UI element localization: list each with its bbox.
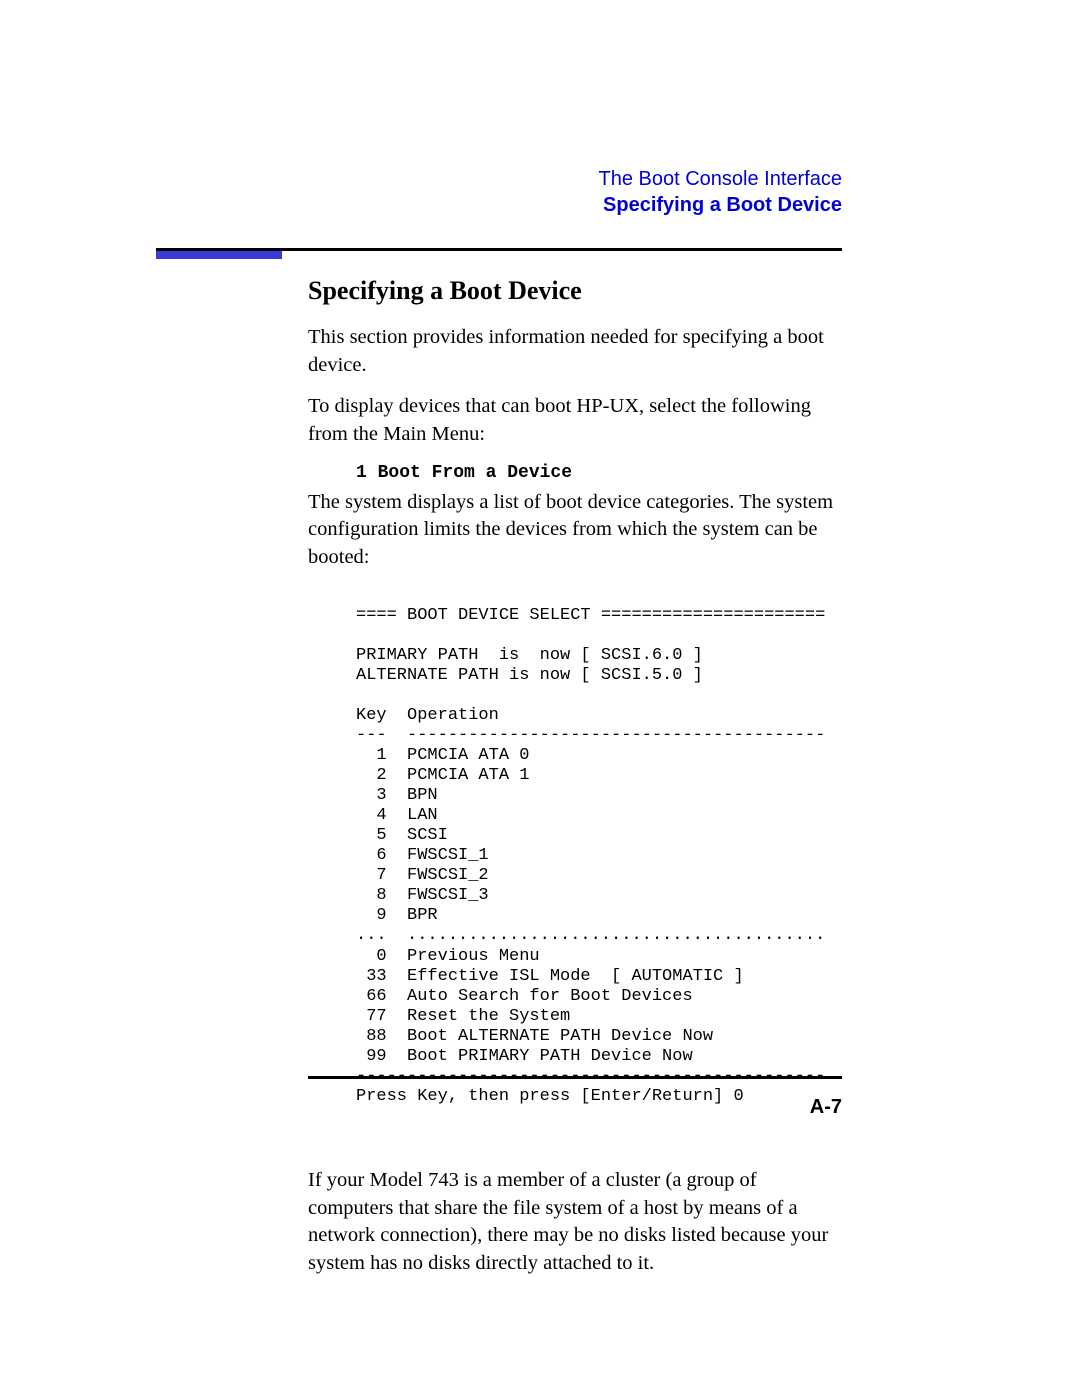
header-section: Specifying a Boot Device: [599, 192, 842, 218]
console-output: ==== BOOT DEVICE SELECT ================…: [356, 606, 844, 1107]
header-chapter: The Boot Console Interface: [599, 166, 842, 192]
document-page: The Boot Console Interface Specifying a …: [0, 0, 1080, 1397]
section-title: Specifying a Boot Device: [308, 276, 844, 306]
paragraph: If your Model 743 is a member of a clust…: [308, 1167, 844, 1278]
page-number: A-7: [810, 1096, 842, 1119]
bottom-rule: [308, 1076, 842, 1079]
paragraph: This section provides information needed…: [308, 324, 844, 379]
menu-selection: 1 Boot From a Device: [356, 463, 844, 483]
section-marker: [156, 251, 282, 259]
content-column: Specifying a Boot Device This section pr…: [308, 276, 844, 1292]
paragraph: The system displays a list of boot devic…: [308, 489, 844, 572]
paragraph: To display devices that can boot HP-UX, …: [308, 393, 844, 448]
running-header: The Boot Console Interface Specifying a …: [599, 166, 842, 218]
